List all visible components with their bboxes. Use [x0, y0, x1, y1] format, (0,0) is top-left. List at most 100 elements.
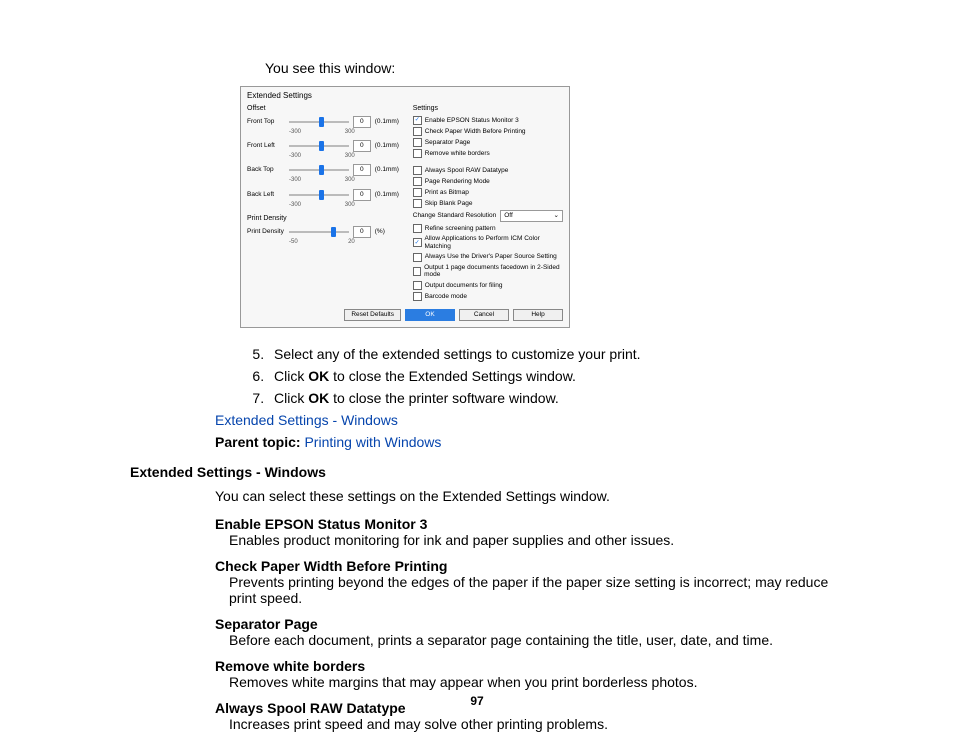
- slider-front-top[interactable]: Front Top 0 (0.1mm): [247, 116, 405, 128]
- step-text: Select any of the extended settings to c…: [274, 346, 641, 362]
- help-button[interactable]: Help: [513, 309, 563, 321]
- checkbox-row[interactable]: Check Paper Width Before Printing: [413, 127, 563, 136]
- checkbox-row[interactable]: Skip Blank Page: [413, 199, 563, 208]
- def-desc: Enables product monitoring for ink and p…: [229, 532, 844, 548]
- definition-block: Separator Page Before each document, pri…: [215, 616, 844, 648]
- step-list: Select any of the extended settings to c…: [250, 346, 844, 406]
- checkbox-label: Allow Applications to Perform ICM Color …: [425, 235, 563, 251]
- slider-unit: (0.1mm): [375, 166, 405, 174]
- slider-unit: (%): [375, 228, 405, 236]
- checkbox-label: Always Spool RAW Datatype: [425, 167, 509, 175]
- chevron-down-icon: ⌄: [554, 212, 559, 220]
- slider-track[interactable]: [289, 121, 349, 123]
- slider-track[interactable]: [289, 169, 349, 171]
- definition-block: Remove white borders Removes white margi…: [215, 658, 844, 690]
- slider-label: Back Left: [247, 191, 285, 199]
- checkbox-row[interactable]: Enable EPSON Status Monitor 3: [413, 116, 563, 125]
- slider-label: Front Top: [247, 118, 285, 126]
- step-item: Click OK to close the Extended Settings …: [268, 368, 844, 384]
- step-bold: OK: [308, 368, 329, 384]
- checkbox-row[interactable]: Output 1 page documents facedown in 2-Si…: [413, 264, 563, 280]
- step-text: to close the Extended Settings window.: [329, 368, 576, 384]
- def-desc: Removes white margins that may appear wh…: [229, 674, 844, 690]
- slider-label: Front Left: [247, 142, 285, 150]
- slider-track[interactable]: [289, 231, 349, 233]
- checkbox-label: Refine screening pattern: [425, 225, 496, 233]
- step-bold: OK: [308, 390, 329, 406]
- checkbox-icon[interactable]: [413, 253, 422, 262]
- extended-settings-link[interactable]: Extended Settings - Windows: [215, 412, 844, 428]
- range-min: -300: [289, 202, 301, 209]
- checkbox-row[interactable]: Allow Applications to Perform ICM Color …: [413, 235, 563, 251]
- page-number: 97: [0, 694, 954, 708]
- checkbox-label: Enable EPSON Status Monitor 3: [425, 117, 519, 125]
- checkbox-icon[interactable]: [413, 267, 421, 276]
- checkbox-icon[interactable]: [413, 177, 422, 186]
- reset-defaults-button[interactable]: Reset Defaults: [344, 309, 401, 321]
- step-item: Select any of the extended settings to c…: [268, 346, 844, 362]
- checkbox-icon[interactable]: [413, 199, 422, 208]
- intro-text: You see this window:: [265, 60, 844, 76]
- checkbox-label: Remove white borders: [425, 150, 490, 158]
- slider-value[interactable]: 0: [353, 189, 371, 201]
- checkbox-row[interactable]: Barcode mode: [413, 292, 563, 301]
- select-value: Off: [504, 212, 513, 220]
- checkbox-row[interactable]: Print as Bitmap: [413, 188, 563, 197]
- slider-print-density[interactable]: Print Density 0 (%): [247, 226, 405, 238]
- offset-group-label: Offset: [247, 105, 405, 113]
- resolution-select[interactable]: Off ⌄: [500, 210, 563, 222]
- range-min: -300: [289, 153, 301, 160]
- checkbox-label: Skip Blank Page: [425, 200, 473, 208]
- slider-value[interactable]: 0: [353, 140, 371, 152]
- slider-back-top[interactable]: Back Top 0 (0.1mm): [247, 164, 405, 176]
- checkbox-icon[interactable]: [413, 238, 422, 247]
- checkbox-icon[interactable]: [413, 224, 422, 233]
- slider-track[interactable]: [289, 194, 349, 196]
- cancel-button[interactable]: Cancel: [459, 309, 509, 321]
- checkbox-icon[interactable]: [413, 281, 422, 290]
- checkbox-row[interactable]: Remove white borders: [413, 149, 563, 158]
- def-term: Remove white borders: [215, 658, 844, 674]
- checkbox-row[interactable]: Output documents for filing: [413, 281, 563, 290]
- slider-value[interactable]: 0: [353, 226, 371, 238]
- step-item: Click OK to close the printer software w…: [268, 390, 844, 406]
- section-intro: You can select these settings on the Ext…: [215, 488, 844, 504]
- range-max: 20: [348, 239, 355, 246]
- checkbox-row[interactable]: Page Rendering Mode: [413, 177, 563, 186]
- step-text: Click: [274, 368, 308, 384]
- range-max: 300: [345, 177, 355, 184]
- slider-front-left[interactable]: Front Left 0 (0.1mm): [247, 140, 405, 152]
- range-min: -300: [289, 129, 301, 136]
- checkbox-row[interactable]: Always Use the Driver's Paper Source Set…: [413, 253, 563, 262]
- extended-settings-dialog: Extended Settings Offset Front Top 0 (0.…: [240, 86, 570, 328]
- checkbox-label: Page Rendering Mode: [425, 178, 490, 186]
- checkbox-icon[interactable]: [413, 138, 422, 147]
- resolution-select-row[interactable]: Change Standard Resolution Off⌄: [413, 210, 563, 222]
- checkbox-label: Output 1 page documents facedown in 2-Si…: [424, 264, 563, 280]
- checkbox-row[interactable]: Always Spool RAW Datatype: [413, 166, 563, 175]
- density-group-label: Print Density: [247, 215, 405, 223]
- slider-back-left[interactable]: Back Left 0 (0.1mm): [247, 189, 405, 201]
- ok-button[interactable]: OK: [405, 309, 455, 321]
- checkbox-row[interactable]: Separator Page: [413, 138, 563, 147]
- checkbox-icon[interactable]: [413, 149, 422, 158]
- checkbox-icon[interactable]: [413, 127, 422, 136]
- checkbox-icon[interactable]: [413, 292, 422, 301]
- def-desc: Prevents printing beyond the edges of th…: [229, 574, 844, 606]
- slider-value[interactable]: 0: [353, 116, 371, 128]
- parent-topic-row: Parent topic: Printing with Windows: [215, 434, 844, 450]
- checkbox-row[interactable]: Refine screening pattern: [413, 224, 563, 233]
- slider-unit: (0.1mm): [375, 191, 405, 199]
- parent-topic-link[interactable]: Printing with Windows: [304, 434, 441, 450]
- checkbox-icon[interactable]: [413, 116, 422, 125]
- slider-track[interactable]: [289, 145, 349, 147]
- range-max: 300: [345, 129, 355, 136]
- checkbox-label: Check Paper Width Before Printing: [425, 128, 526, 136]
- checkbox-icon[interactable]: [413, 188, 422, 197]
- slider-label: Back Top: [247, 166, 285, 174]
- parent-topic-label: Parent topic:: [215, 434, 301, 450]
- checkbox-icon[interactable]: [413, 166, 422, 175]
- definition-block: Check Paper Width Before Printing Preven…: [215, 558, 844, 606]
- slider-value[interactable]: 0: [353, 164, 371, 176]
- settings-group-label: Settings: [413, 105, 563, 113]
